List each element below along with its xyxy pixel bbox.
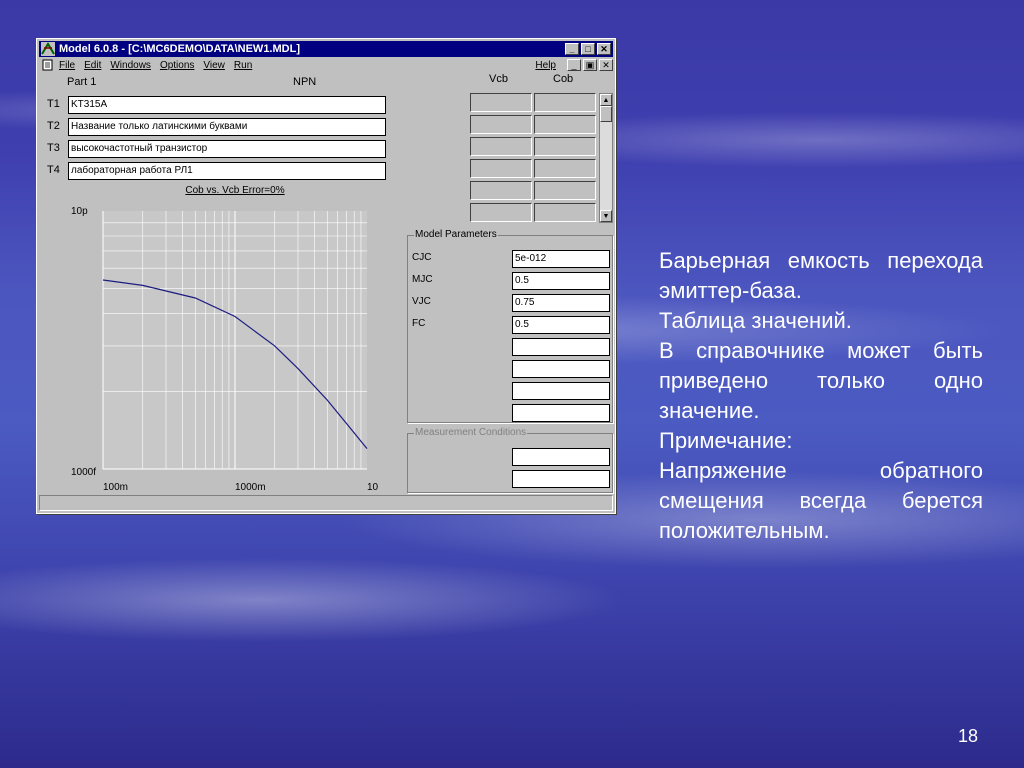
vcb-cell[interactable] <box>470 181 532 200</box>
measurement-conditions-title: Measurement Conditions <box>414 427 528 438</box>
part-label: Part 1 <box>67 76 97 88</box>
t3-label: T3 <box>47 142 60 154</box>
param-name: VJC <box>412 296 431 307</box>
cob-cell[interactable] <box>534 115 596 134</box>
model-app-icon <box>41 42 55 56</box>
condition-field[interactable] <box>512 470 610 488</box>
vcb-column-header: Vcb <box>489 73 508 85</box>
cob-cell[interactable] <box>534 159 596 178</box>
model-editor-window: Model 6.0.8 - [C:\MC6DEMO\DATA\NEW1.MDL]… <box>36 38 616 514</box>
vcb-cell[interactable] <box>470 203 532 222</box>
scroll-down-icon[interactable]: ▼ <box>600 210 612 222</box>
doc-restore-button[interactable]: ▣ <box>583 59 597 71</box>
cob-cell[interactable] <box>534 181 596 200</box>
page-number: 18 <box>958 726 979 746</box>
measurement-conditions-group: Measurement Conditions <box>407 427 613 493</box>
t2-field[interactable]: Название только латинскими буквами <box>68 118 386 136</box>
x-tick-label-mid: 1000m <box>235 482 266 493</box>
t4-field[interactable]: лабораторная работа РЛ1 <box>68 162 386 180</box>
vjc-field[interactable]: 0.75 <box>512 294 610 312</box>
vcb-cell[interactable] <box>470 159 532 178</box>
param-field-empty[interactable] <box>512 338 610 356</box>
t1-label: T1 <box>47 98 60 110</box>
param-field-empty[interactable] <box>512 360 610 378</box>
slide-text: Барьерная емкость перехода эмиттер-база.… <box>659 246 983 546</box>
slide-paragraph: Напряжение обратного смещения всегда бер… <box>659 458 983 543</box>
slide-paragraph: Примечание: <box>659 428 793 453</box>
mjc-field[interactable]: 0.5 <box>512 272 610 290</box>
table-scrollbar[interactable]: ▲ ▼ <box>599 93 613 223</box>
x-tick-label-left: 100m <box>103 482 128 493</box>
document-icon[interactable] <box>41 59 55 71</box>
menu-help[interactable]: Help <box>535 60 556 71</box>
param-name: FC <box>412 318 426 329</box>
model-parameters-group: Model Parameters CJC 5e-012 MJC 0.5 VJC … <box>407 229 613 423</box>
slide-paragraph: Барьерная емкость перехода эмиттер-база. <box>659 248 983 303</box>
t4-label: T4 <box>47 164 60 176</box>
doc-minimize-button[interactable]: _ <box>567 59 581 71</box>
menu-view[interactable]: View <box>203 60 225 71</box>
minimize-button[interactable]: _ <box>565 43 579 55</box>
plot-grid <box>102 211 367 470</box>
cob-column-header: Cob <box>553 73 574 85</box>
cob-cell[interactable] <box>534 203 596 222</box>
param-name: CJC <box>412 252 432 263</box>
param-field-empty[interactable] <box>512 404 610 422</box>
t3-field[interactable]: высокочастотный транзистор <box>68 140 386 158</box>
cjc-field[interactable]: 5e-012 <box>512 250 610 268</box>
t2-label: T2 <box>47 120 60 132</box>
param-name: MJC <box>412 274 433 285</box>
vcb-cell[interactable] <box>470 115 532 134</box>
y-tick-label-top: 10p <box>71 206 88 217</box>
menu-bar: File Edit Windows Options View Run Help … <box>39 58 613 72</box>
t1-field[interactable]: KT315A <box>68 96 386 114</box>
y-tick-label-bottom: 1000f <box>71 467 96 478</box>
condition-field[interactable] <box>512 448 610 466</box>
param-field-empty[interactable] <box>512 382 610 400</box>
vcb-cell[interactable] <box>470 93 532 112</box>
model-parameters-title: Model Parameters <box>414 229 498 240</box>
cob-cell[interactable] <box>534 93 596 112</box>
menu-run[interactable]: Run <box>234 60 252 71</box>
scroll-thumb[interactable] <box>600 106 612 122</box>
cob-vs-vcb-chart: Cob vs. Vcb Error=0% 10p 1000f 100m 1000… <box>71 185 379 493</box>
title-bar: Model 6.0.8 - [C:\MC6DEMO\DATA\NEW1.MDL]… <box>39 41 613 57</box>
slide-paragraph: Таблица значений. <box>659 308 852 333</box>
doc-close-button[interactable]: ✕ <box>599 59 613 71</box>
status-bar <box>39 495 613 511</box>
window-title: Model 6.0.8 - [C:\MC6DEMO\DATA\NEW1.MDL] <box>59 43 300 55</box>
maximize-button[interactable]: □ <box>581 43 595 55</box>
transistor-type-label: NPN <box>293 76 317 88</box>
vcb-cell[interactable] <box>470 137 532 156</box>
menu-options[interactable]: Options <box>160 60 194 71</box>
menu-file[interactable]: File <box>59 60 75 71</box>
chart-title: Cob vs. Vcb Error=0% <box>185 185 284 196</box>
menu-windows[interactable]: Windows <box>110 60 151 71</box>
x-tick-label-right: 10 <box>367 482 379 493</box>
menu-edit[interactable]: Edit <box>84 60 101 71</box>
fc-field[interactable]: 0.5 <box>512 316 610 334</box>
cob-cell[interactable] <box>534 137 596 156</box>
close-button[interactable]: ✕ <box>597 43 611 55</box>
scroll-up-icon[interactable]: ▲ <box>600 94 612 106</box>
slide-paragraph: В справочнике может быть приведено тольк… <box>659 338 983 423</box>
